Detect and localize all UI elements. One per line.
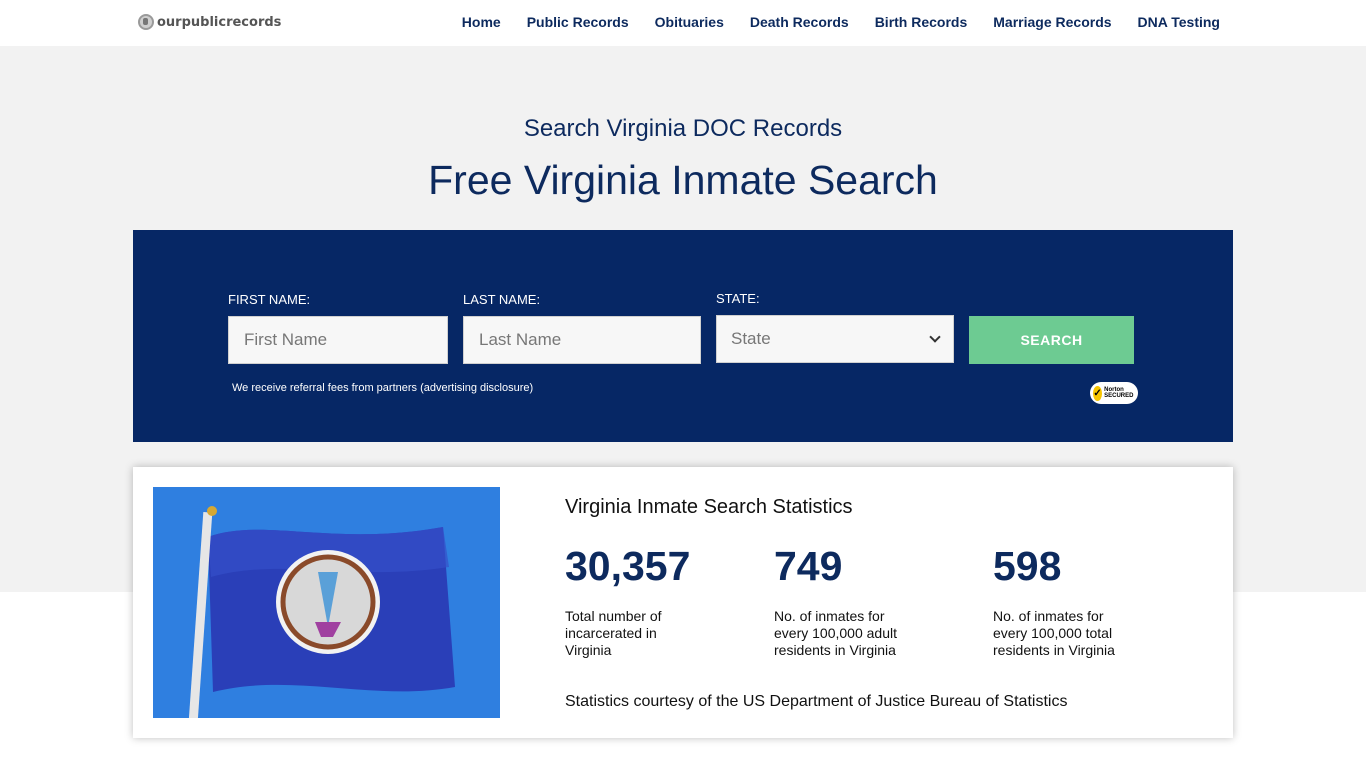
state-label: STATE: bbox=[716, 291, 760, 306]
nav-dna-testing[interactable]: DNA Testing bbox=[1138, 14, 1220, 30]
stat-value-total: 30,357 bbox=[565, 543, 691, 589]
search-button[interactable]: SEARCH bbox=[969, 316, 1134, 364]
first-name-label: FIRST NAME: bbox=[228, 292, 311, 307]
nav-birth-records[interactable]: Birth Records bbox=[875, 14, 968, 30]
site-header: ourpublicrecords Home Public Records Obi… bbox=[0, 0, 1366, 46]
page-title: Free Virginia Inmate Search bbox=[428, 157, 938, 203]
last-name-label: LAST NAME: bbox=[463, 292, 541, 307]
stat-label-total: Total number of incarcerated in Virginia bbox=[565, 608, 662, 658]
chevron-down-icon bbox=[929, 331, 941, 343]
advertising-disclosure[interactable]: We receive referral fees from partners (… bbox=[232, 382, 533, 394]
main-nav: Home Public Records Obituaries Death Rec… bbox=[462, 14, 1220, 30]
stats-credit: Statistics courtesy of the US Department… bbox=[565, 693, 1068, 710]
checkmark-icon: ✓ bbox=[1093, 385, 1103, 401]
norton-badge-text: Norton SECURED bbox=[1104, 387, 1134, 399]
nav-death-records[interactable]: Death Records bbox=[750, 14, 849, 30]
nav-home[interactable]: Home bbox=[462, 14, 501, 30]
first-name-input[interactable]: First Name bbox=[228, 316, 448, 364]
nav-marriage-records[interactable]: Marriage Records bbox=[993, 14, 1111, 30]
stat-label-adult-rate: No. of inmates for every 100,000 adult r… bbox=[774, 608, 897, 658]
logo-icon bbox=[138, 14, 154, 30]
nav-obituaries[interactable]: Obituaries bbox=[655, 14, 724, 30]
last-name-placeholder: Last Name bbox=[479, 330, 562, 349]
search-panel: FIRST NAME: First Name LAST NAME: Last N… bbox=[133, 230, 1233, 442]
stat-value-adult-rate: 749 bbox=[774, 543, 843, 589]
norton-secured-badge: ✓ Norton SECURED bbox=[1090, 382, 1138, 404]
virginia-flag-image bbox=[153, 487, 500, 718]
state-select-value: State bbox=[731, 329, 771, 348]
first-name-placeholder: First Name bbox=[244, 330, 328, 349]
last-name-input[interactable]: Last Name bbox=[463, 316, 701, 364]
stat-value-total-rate: 598 bbox=[993, 543, 1062, 589]
stat-label-total-rate: No. of inmates for every 100,000 total r… bbox=[993, 608, 1115, 658]
logo-text: ourpublicrecords bbox=[157, 14, 282, 30]
hero-subtitle: Search Virginia DOC Records bbox=[523, 115, 843, 142]
site-logo[interactable]: ourpublicrecords bbox=[138, 14, 281, 30]
state-select[interactable]: State bbox=[716, 315, 954, 363]
nav-public-records[interactable]: Public Records bbox=[527, 14, 629, 30]
stats-heading: Virginia Inmate Search Statistics bbox=[565, 496, 853, 518]
stats-card: Virginia Inmate Search Statistics 30,357… bbox=[133, 467, 1233, 738]
